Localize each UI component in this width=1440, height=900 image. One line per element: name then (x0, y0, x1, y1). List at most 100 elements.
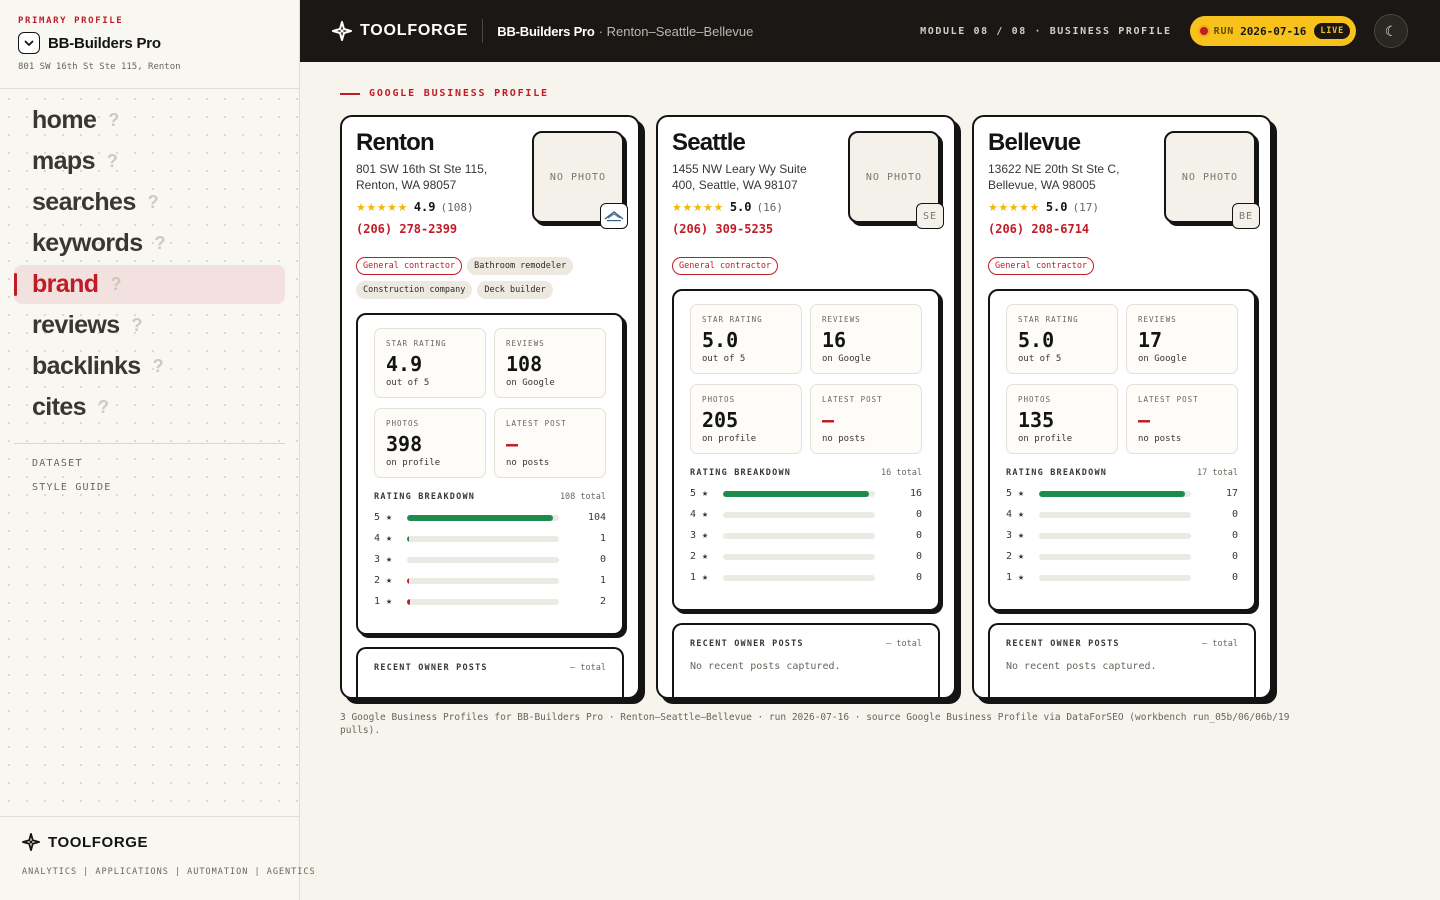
link-style-guide[interactable]: STYLE GUIDE (32, 482, 267, 493)
sidebar-item-label: brand (32, 270, 99, 298)
phone-link[interactable]: (206) 208-6714 (988, 222, 1256, 236)
topbar-logo[interactable]: TOOLFORGE (332, 21, 468, 41)
sidebar-item-label: home (32, 106, 97, 134)
breakdown-row: 2 ★ 0 (690, 551, 922, 562)
toolforge-logo-icon (22, 833, 40, 851)
sidebar-item-label: cites (32, 393, 87, 421)
profile-eyebrow: PRIMARY PROFILE (18, 16, 124, 26)
phone-link[interactable]: (206) 309-5235 (672, 222, 940, 236)
category-tag[interactable]: General contractor (988, 257, 1095, 275)
sidebar-item-reviews[interactable]: reviews? (14, 306, 285, 345)
run-label: RUN (1213, 25, 1235, 37)
help-icon[interactable]: ? (108, 110, 119, 131)
rating-value: 5.0 (729, 200, 752, 214)
category-tag[interactable]: General contractor (672, 257, 779, 275)
photo-placeholder: NO PHOTO (549, 171, 607, 183)
top-bar: TOOLFORGE BB-Builders Pro · Renton–Seatt… (300, 0, 1440, 62)
stat-value: 16 (822, 328, 847, 352)
profile-photo: NO PHOTO SE (848, 131, 944, 229)
recent-posts-panel: RECENT OWNER POSTS – total No recent posts… (988, 623, 1256, 697)
sidebar-item-keywords[interactable]: keywords? (14, 224, 285, 263)
stats-panel: STAR RATING 5.0 out of 5 REVIEWS 17 on Google… (988, 289, 1256, 611)
help-icon[interactable]: ? (107, 151, 118, 172)
breakdown-bar-track (407, 514, 559, 521)
help-icon[interactable]: ? (155, 233, 166, 254)
profile-address: 801 SW 16th St Ste 115, Renton (18, 62, 181, 72)
link-dataset[interactable]: DATASET (32, 458, 267, 469)
breakdown-count: 16 (909, 488, 922, 499)
help-icon[interactable]: ? (98, 397, 109, 418)
profile-switcher[interactable]: BB-Builders Pro (18, 32, 281, 54)
sidebar-item-searches[interactable]: searches? (14, 183, 285, 222)
photo-placeholder: NO PHOTO (1181, 171, 1239, 183)
breakdown-count: 0 (1231, 509, 1238, 520)
sidebar-item-label: reviews (32, 311, 120, 339)
sidebar-footer: TOOLFORGE ANALYTICS | APPLICATIONS | AUT… (0, 816, 315, 900)
breakdown-count: 17 (1225, 488, 1238, 499)
sidebar-item-backlinks[interactable]: backlinks? (14, 347, 285, 386)
breakdown-star-label: 1 ★ (690, 572, 709, 583)
stat-reviews: REVIEWS 16 on Google (810, 304, 922, 374)
card-header: Seattle 1455 NW Leary Wy Suite 400, Seatt… (672, 129, 944, 253)
footer-brand-name: TOOLFORGE (48, 833, 149, 851)
breakdown-total: 108 total (559, 492, 606, 502)
main-content: GOOGLE BUSINESS PROFILE Renton 801 SW 16t… (300, 62, 1440, 900)
breakdown-row: 4 ★ 1 (374, 533, 606, 544)
stat-label: REVIEWS (1138, 315, 1177, 324)
stat-label: STAR RATING (1018, 315, 1079, 324)
phone-link[interactable]: (206) 278-2399 (356, 222, 624, 236)
chevron-down-icon[interactable] (18, 32, 40, 54)
stats-panel: STAR RATING 5.0 out of 5 REVIEWS 16 on Google… (672, 289, 940, 611)
breakdown-bar-fill (407, 514, 553, 521)
footer-logo: TOOLFORGE (22, 833, 277, 851)
help-icon[interactable]: ? (148, 192, 159, 213)
breakdown-row: 5 ★ 17 (1006, 488, 1238, 499)
breakdown-row: 4 ★ 0 (690, 509, 922, 520)
breakdown-star-label: 2 ★ (690, 551, 709, 562)
help-icon[interactable]: ? (110, 274, 121, 295)
card-header: Bellevue 13622 NE 20th St Ste C, Bellevue… (988, 129, 1260, 253)
sidebar-item-cites[interactable]: cites? (14, 388, 285, 427)
breakdown-bar-track (407, 556, 559, 563)
topbar-brand-name: TOOLFORGE (360, 22, 469, 39)
breakdown-bar-track (407, 535, 559, 542)
moon-icon: ☾ (1384, 22, 1398, 39)
breakdown-row: 2 ★ 0 (1006, 551, 1238, 562)
stat-value: — (506, 432, 519, 456)
stat-latest-post: LATEST POST — no posts (1126, 384, 1238, 454)
breakdown-total: 17 total (1197, 468, 1238, 478)
category-tag[interactable]: Deck builder (477, 281, 553, 299)
sidebar-item-home[interactable]: home? (14, 101, 285, 140)
breakdown-star-label: 1 ★ (374, 596, 393, 607)
breakdown-row: 2 ★ 1 (374, 575, 606, 586)
location-address: 13622 NE 20th St Ste C, Bellevue, WA 980… (988, 162, 1120, 192)
posts-title: RECENT OWNER POSTS (1006, 639, 1120, 649)
main-nav: home? maps? searches? keywords? brand? review… (0, 89, 299, 427)
stat-grid: STAR RATING 5.0 out of 5 REVIEWS 16 on Google… (690, 304, 922, 454)
breakdown-bar-fill (723, 490, 869, 497)
breakdown-count: 0 (1231, 551, 1238, 562)
rating-value: 5.0 (1045, 200, 1068, 214)
sidebar-item-maps[interactable]: maps? (14, 142, 285, 181)
module-indicator: MODULE 08 / 08 · BUSINESS PROFILE (920, 25, 1172, 37)
run-status-pill[interactable]: RUN 2026-07-16 LIVE (1189, 16, 1356, 46)
breakdown-bar-fill (407, 598, 411, 605)
stat-label: PHOTOS (1018, 395, 1052, 404)
category-tag[interactable]: Bathroom remodeler (467, 257, 574, 275)
theme-toggle-button[interactable]: ☾ (1374, 14, 1408, 48)
stat-note: on Google (1138, 354, 1187, 364)
stat-photos: PHOTOS 135 on profile (1006, 384, 1118, 454)
card-header: Renton 801 SW 16th St Ste 115, Renton, WA… (356, 129, 628, 253)
stat-grid: STAR RATING 5.0 out of 5 REVIEWS 17 on Google… (1006, 304, 1238, 454)
breakdown-bar-fill (1039, 490, 1185, 497)
breakdown-header: RATING BREAKDOWN 108 total (374, 492, 606, 502)
help-icon[interactable]: ? (132, 315, 143, 336)
category-tag[interactable]: General contractor (356, 257, 463, 275)
profile-photo: NO PHOTO (532, 131, 628, 229)
posts-total: – total (886, 639, 922, 649)
help-icon[interactable]: ? (153, 356, 164, 377)
category-tag[interactable]: Construction company (356, 281, 473, 299)
stat-note: on Google (506, 378, 555, 388)
stat-value: 4.9 (386, 352, 423, 376)
sidebar-item-brand[interactable]: brand? (14, 265, 285, 304)
